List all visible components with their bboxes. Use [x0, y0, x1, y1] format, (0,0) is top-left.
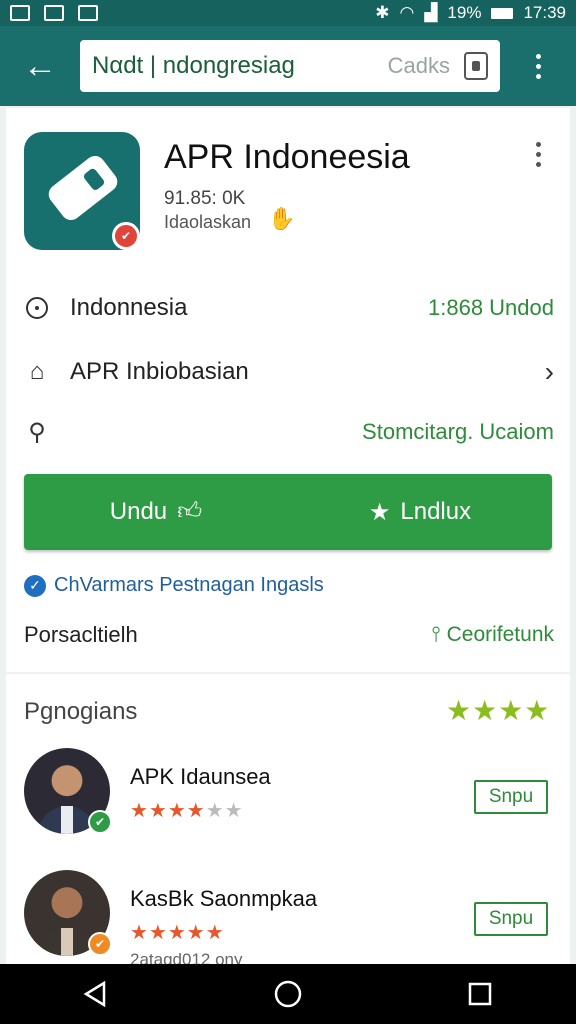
region-row[interactable]: Indonnesia 1:868 Undod: [24, 288, 554, 328]
wifi-icon: ◠: [399, 3, 415, 22]
search-value: Nαdt | ndongresiag: [92, 52, 295, 79]
clock: 17:39: [523, 3, 566, 22]
verified-notice: ✓ ChVarmars Pestnagan Ingasls: [24, 574, 324, 597]
favorite-label: Lndlux: [400, 498, 472, 525]
clipboard-icon[interactable]: [464, 52, 488, 80]
verified-text: ChVarmars Pestnagan Ingasls: [54, 574, 324, 596]
review-item[interactable]: ✔ KasBk Saonmpkaa ★★★★★ 2atagd012 ony Sn…: [24, 870, 554, 969]
reviewer-name: APK Idaunsea: [130, 764, 271, 789]
arrow-left-icon: ←: [23, 46, 57, 85]
navigation-bar: [0, 964, 576, 1024]
square-recents-icon: [468, 982, 492, 1006]
search-icon: ⚲: [28, 418, 46, 446]
section-label: Porsacltielh: [24, 622, 138, 647]
ticket-icon: [44, 151, 122, 225]
triangle-back-icon: [83, 980, 106, 1008]
image-icon: [44, 5, 64, 21]
favorite-button[interactable]: ★ Lndlux: [288, 474, 552, 550]
thumbs-up-icon: 👍︎: [177, 498, 203, 525]
reviews-section: Pgnogians ★★★★ ✔ APK Idaunsea ★★★★★★ Snp…: [6, 674, 570, 969]
search-hint: Cadks: [387, 53, 450, 78]
reviewer-name: KasBk Saonmpkaa: [130, 886, 318, 911]
checkmark-badge-icon: ✔: [112, 222, 140, 250]
overflow-menu-button[interactable]: [500, 26, 576, 106]
home-icon: ⌂: [29, 358, 45, 385]
review-action-button[interactable]: Snpu: [474, 902, 548, 936]
check-circle-icon: ✓: [24, 574, 46, 597]
check-badge-icon: ✔: [88, 810, 112, 834]
search-input[interactable]: Nαdt | ndongresiag Cadks: [80, 40, 500, 92]
review-rating: ★★★★★: [130, 922, 225, 944]
target-icon: [24, 295, 50, 321]
notification-icons: [10, 5, 98, 21]
status-indicators: ✱ ◠ ▟ 19% 17:39: [375, 3, 566, 23]
app-bar: ← Nαdt | ndongresiag Cadks: [0, 26, 576, 106]
region-value: 1:868 Undod: [428, 295, 554, 320]
overall-rating-stars: ★★★★: [446, 695, 551, 726]
review-rating: ★★★★★★: [130, 800, 244, 822]
section-link[interactable]: ⫯ Ceorifetunk: [432, 623, 554, 647]
action-buttons: Undu 👍︎ ★ Lndlux: [24, 474, 552, 550]
app-category: Idaolaskan: [164, 212, 252, 232]
developer-label: APR Inbiobasian: [70, 358, 249, 385]
install-button[interactable]: Undu 👍︎: [24, 474, 288, 550]
battery-level: 19%: [447, 3, 482, 22]
region-label: Indonnesia: [70, 294, 188, 321]
section-row: Porsacltielh ⫯ Ceorifetunk: [24, 622, 554, 648]
review-item[interactable]: ✔ APK Idaunsea ★★★★★★ Snpu: [24, 748, 554, 840]
nav-recents-button[interactable]: [450, 964, 510, 1024]
hand-icon: ✋: [268, 206, 296, 231]
review-action-button[interactable]: Snpu: [474, 780, 548, 814]
reviews-heading: Pgnogians: [24, 698, 138, 725]
back-button[interactable]: ←: [0, 26, 80, 106]
nav-home-button[interactable]: [258, 964, 318, 1024]
developer-row[interactable]: ⌂ APR Inbiobasian ›: [24, 352, 554, 392]
chart-icon: ⫯: [431, 623, 447, 646]
badge-icon: ✔: [88, 932, 112, 956]
search-line: Stomcitarg. Ucaiom: [362, 419, 554, 444]
circle-home-icon: [274, 980, 302, 1008]
card-menu-button[interactable]: [536, 142, 541, 167]
bluetooth-icon: ✱: [375, 3, 390, 22]
app-detail-card: ✔ APR Indoneesia 91.85: 0K Idaolaskan ✋ …: [6, 108, 570, 672]
app-downloads: 91.85: 0K: [164, 188, 246, 209]
signal-icon: ▟: [424, 3, 438, 22]
search-row[interactable]: ⚲ Stomcitarg. Ucaiom: [24, 412, 554, 452]
chevron-right-icon: ›: [544, 356, 554, 387]
nav-back-button[interactable]: [66, 964, 126, 1024]
battery-icon: [491, 7, 514, 19]
status-bar: ✱ ◠ ▟ 19% 17:39: [0, 0, 576, 26]
app-title: APR Indoneesia: [164, 138, 410, 176]
star-icon: ★: [368, 498, 391, 526]
notification-icon: [78, 5, 98, 21]
notification-icon: [10, 5, 30, 21]
install-label: Undu: [109, 498, 168, 525]
